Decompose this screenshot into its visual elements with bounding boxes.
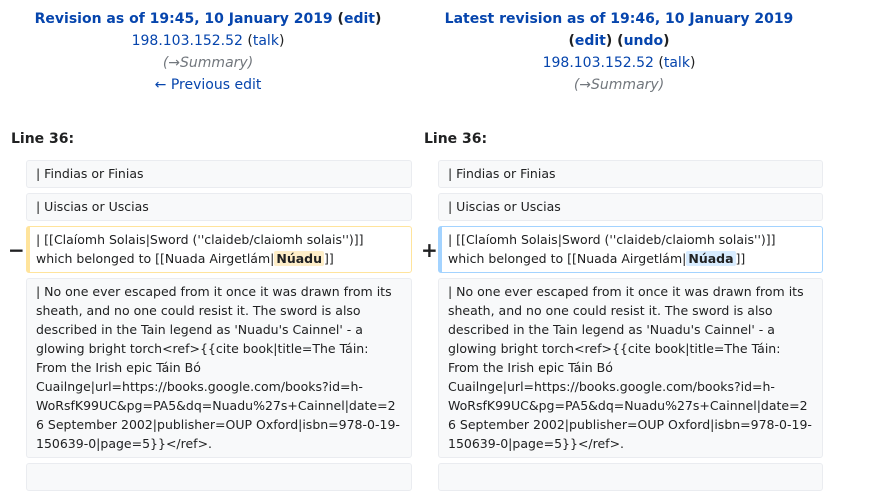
old-empty-context-line <box>26 463 412 491</box>
new-revision-edit-link[interactable]: edit <box>575 33 606 49</box>
new-context-line-findias: | Findias or Finias <box>438 160 823 188</box>
old-line-number: Line 36: <box>11 131 75 147</box>
new-line-number: Line 36: <box>424 131 488 147</box>
new-context-line-uiscias: | Uiscias or Uscias <box>438 193 823 221</box>
removed-line-marker: − <box>8 238 25 262</box>
old-revision-title-line: Revision as of 19:45, 10 January 2019 (e… <box>34 11 382 27</box>
old-revision-summary-arrow-link[interactable]: → <box>168 55 180 71</box>
old-revision-user-link[interactable]: 198.103.152.52 <box>132 33 243 49</box>
added-line-marker: + <box>421 238 438 262</box>
added-line: | [[Claíomh Solais|Sword (''claideb/clai… <box>438 226 823 273</box>
added-word-highlight: Núada <box>686 251 736 266</box>
old-revision-summary: (→Summary) <box>162 55 254 71</box>
old-revision-talk-link[interactable]: talk <box>253 33 279 49</box>
new-revision-user-line: 198.103.152.52 (talk) <box>542 55 696 71</box>
old-revision-edit-link[interactable]: edit <box>344 11 375 27</box>
new-revision-talk-link[interactable]: talk <box>664 55 690 71</box>
new-revision-actions: (edit) (undo) <box>568 33 670 49</box>
old-context-line-uiscias: | Uiscias or Uscias <box>26 193 412 221</box>
old-revision-header: Revision as of 19:45, 10 January 2019 (e… <box>0 8 416 96</box>
new-revision-header: Latest revision as of 19:46, 10 January … <box>413 8 825 96</box>
removed-line: | [[Claíomh Solais|Sword (''claideb/clai… <box>26 226 412 273</box>
new-revision-user-link[interactable]: 198.103.152.52 <box>543 55 654 71</box>
old-revision-link[interactable]: Revision as of 19:45, 10 January 2019 <box>35 11 333 27</box>
previous-edit-link[interactable]: ← Previous edit <box>155 77 262 93</box>
new-revision-link[interactable]: Latest revision as of 19:46, 10 January … <box>445 11 794 27</box>
old-revision-user-line: 198.103.152.52 (talk) <box>131 33 285 49</box>
removed-word-highlight: Núadu <box>274 251 325 266</box>
new-context-line-escaped: | No one ever escaped from it once it wa… <box>438 278 823 458</box>
undo-link[interactable]: undo <box>624 33 664 49</box>
old-context-line-findias: | Findias or Finias <box>26 160 412 188</box>
new-revision-summary-arrow-link[interactable]: → <box>579 77 591 93</box>
new-revision-summary: (→Summary) <box>573 77 665 93</box>
new-empty-context-line <box>438 463 823 491</box>
new-revision-title-line: Latest revision as of 19:46, 10 January … <box>413 8 825 30</box>
old-context-line-escaped: | No one ever escaped from it once it wa… <box>26 278 412 458</box>
